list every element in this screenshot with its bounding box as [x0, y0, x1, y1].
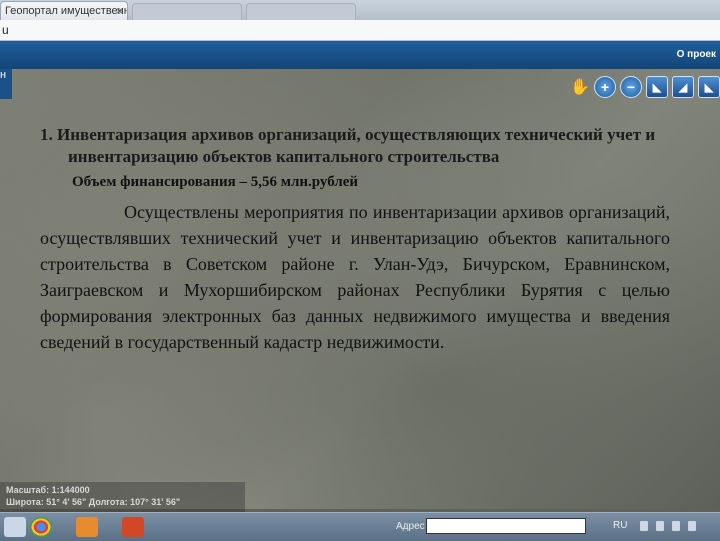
pan-hand-icon[interactable]: ✋	[570, 77, 590, 97]
slide-body: Осуществлены мероприятия по инвентаризац…	[40, 202, 670, 352]
powerpoint-icon[interactable]	[122, 517, 144, 537]
tray-flag-icon[interactable]	[640, 521, 648, 531]
tray-signal-icon[interactable]	[688, 521, 696, 531]
map-status: Масштаб: 1:144000 Широта: 51° 4' 56" Дол…	[0, 482, 245, 512]
zoom-out-icon[interactable]: −	[620, 76, 642, 98]
taskbar-address-input[interactable]	[426, 518, 586, 534]
folder-icon[interactable]	[4, 517, 26, 537]
tray-volume-icon[interactable]	[672, 521, 680, 531]
browser-tab-bar: Геопортал имущественн ×	[0, 0, 720, 20]
tab-title: Геопортал имущественн	[5, 5, 128, 17]
tab-close-icon[interactable]: ×	[116, 4, 123, 18]
extra-tool-icon[interactable]: ◣	[698, 76, 720, 98]
scale-readout: Масштаб: 1:144000	[6, 485, 90, 495]
browser-tab-geoportal[interactable]: Геопортал имущественн ×	[0, 1, 128, 20]
funding-line: Объем финансирования – 5,56 млн.рублей	[72, 174, 359, 190]
zoom-in-icon[interactable]: +	[594, 76, 616, 98]
left-panel-label: н	[0, 69, 7, 81]
browser-tab-2[interactable]	[132, 3, 242, 20]
language-indicator[interactable]: RU	[613, 520, 627, 531]
taskbar: Адрес RU	[0, 512, 720, 541]
address-bar[interactable]: u	[0, 20, 720, 41]
browser-tab-3[interactable]	[246, 3, 356, 20]
address-label: Адрес	[396, 521, 425, 532]
map-toolbar: ✋ + − ◣ ◢ ◣	[570, 75, 720, 99]
slide-content: 1. Инвентаризация архивов организаций, о…	[40, 124, 670, 355]
chrome-icon[interactable]	[30, 517, 52, 537]
tray-network-icon[interactable]	[656, 521, 664, 531]
left-panel-tab[interactable]: н	[0, 69, 12, 99]
address-text: u	[2, 23, 9, 37]
measure-area-icon[interactable]: ◢	[672, 76, 694, 98]
about-link[interactable]: О проек	[677, 49, 716, 60]
measure-line-icon[interactable]: ◣	[646, 76, 668, 98]
portal-header: О проек	[0, 41, 720, 69]
slide-heading: 1. Инвентаризация архивов организаций, о…	[40, 125, 656, 166]
media-player-icon[interactable]	[76, 517, 98, 537]
coords-readout: Широта: 51° 4' 56" Долгота: 107° 31' 56"	[6, 497, 181, 507]
